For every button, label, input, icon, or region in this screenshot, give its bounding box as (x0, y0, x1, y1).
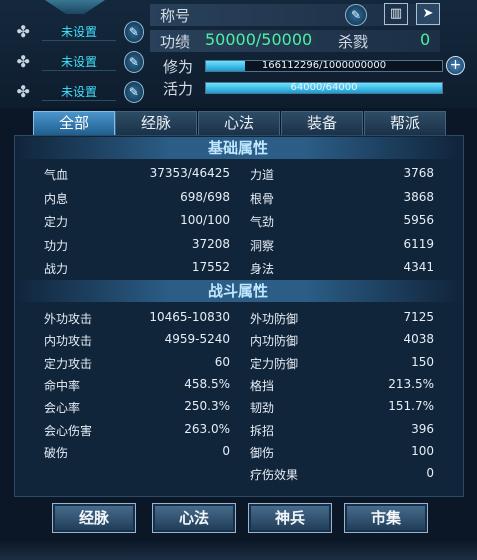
market-button[interactable]: 市集 (344, 503, 428, 533)
attr-value: 10465-10830 (149, 310, 230, 324)
attr-value: 4959-5240 (164, 332, 230, 347)
attr-value: 396 (411, 421, 434, 436)
tab-meridian[interactable]: 经脉 (115, 111, 197, 136)
mind-method-button[interactable]: 心法 (152, 503, 236, 533)
basic-section-title: 基础属性 (14, 137, 462, 159)
attr-value: 250.3% (184, 399, 230, 414)
attr-label: 气血 (44, 168, 69, 182)
equip-slot-label: 未设置 (42, 23, 116, 41)
attr-label: 破伤 (44, 445, 69, 460)
attr-value: 100/100 (180, 213, 230, 227)
fan-icon: ✤ (16, 22, 30, 41)
attr-label: 功力 (44, 238, 69, 253)
attr-value: 7125 (403, 310, 434, 324)
vitality-label: 活力 (163, 80, 194, 98)
fan-icon: ✤ (16, 82, 30, 101)
attr-label: 战力 (44, 262, 69, 276)
attr-label: 定力攻击 (44, 356, 93, 371)
tab-all[interactable]: 全部 (33, 111, 115, 136)
attr-value: 150 (411, 354, 434, 369)
share-icon[interactable]: ➤ (416, 3, 440, 25)
attr-value: 4038 (403, 332, 434, 347)
attr-value: 6119 (403, 236, 434, 251)
attr-value: 37208 (191, 236, 230, 251)
equip-slot-2[interactable]: ✤ 未设置 ✎ (14, 50, 144, 74)
tab-equipment[interactable]: 装备 (281, 111, 363, 136)
vitality-bar: 64000/64000 (205, 82, 443, 94)
attr-label: 内功攻击 (44, 334, 93, 349)
attr-value: 263.0% (184, 421, 230, 436)
attr-value: 4341 (403, 260, 434, 274)
attr-value: 17552 (191, 260, 230, 274)
plus-icon[interactable]: + (446, 56, 465, 75)
equip-slot-1[interactable]: ✤ 未设置 ✎ (14, 20, 144, 44)
attr-value: 3768 (403, 166, 434, 180)
attr-value: 5956 (403, 213, 434, 227)
attr-label: 会心率 (44, 401, 81, 416)
attr-label: 会心伤害 (44, 423, 93, 438)
attr-value: 458.5% (184, 376, 230, 391)
attr-value: 37353/46425 (149, 166, 230, 180)
title-label: 称号 (160, 7, 191, 25)
attr-label: 命中率 (44, 378, 81, 393)
attr-value: 213.5% (388, 376, 434, 391)
combat-section-title: 战斗属性 (14, 280, 462, 302)
meridian-button[interactable]: 经脉 (52, 503, 136, 533)
attr-value: 151.7% (388, 399, 434, 414)
calendar-icon[interactable]: ▥ (384, 3, 408, 25)
attr-value: 0 (426, 466, 434, 481)
kill-value: 0 (420, 30, 431, 49)
attr-value: 3868 (403, 189, 434, 204)
equip-slot-3[interactable]: ✤ 未设置 ✎ (14, 80, 144, 104)
merit-label: 功绩 (160, 33, 191, 51)
cultivation-text: 166112296/1000000000 (261, 60, 387, 71)
attr-label: 定力 (44, 215, 69, 229)
attr-value: 698/698 (180, 189, 230, 204)
tab-guild[interactable]: 帮派 (364, 111, 446, 136)
cultivation-label: 修为 (163, 58, 194, 76)
bottom-decoration (0, 540, 477, 560)
pen-icon[interactable]: ✎ (123, 51, 144, 73)
vitality-text: 64000/64000 (290, 82, 358, 93)
merit-value: 50000/50000 (205, 30, 313, 49)
fan-icon: ✤ (16, 52, 30, 71)
attr-label: 内息 (44, 191, 69, 206)
attr-value: 0 (222, 443, 230, 458)
divine-weapon-button[interactable]: 神兵 (248, 503, 332, 533)
pen-icon[interactable]: ✎ (123, 81, 144, 103)
attr-value: 60 (214, 354, 230, 369)
equip-slot-label: 未设置 (42, 83, 116, 101)
tab-mind-method[interactable]: 心法 (198, 111, 280, 136)
attr-value: 100 (411, 443, 434, 458)
kill-label: 杀戮 (338, 33, 369, 51)
pen-icon[interactable]: ✎ (123, 21, 144, 43)
attr-label: 外功攻击 (44, 312, 93, 326)
pen-icon[interactable]: ✎ (345, 4, 367, 26)
equip-slot-label: 未设置 (42, 53, 116, 71)
cultivation-bar: 166112296/1000000000 (205, 60, 443, 72)
